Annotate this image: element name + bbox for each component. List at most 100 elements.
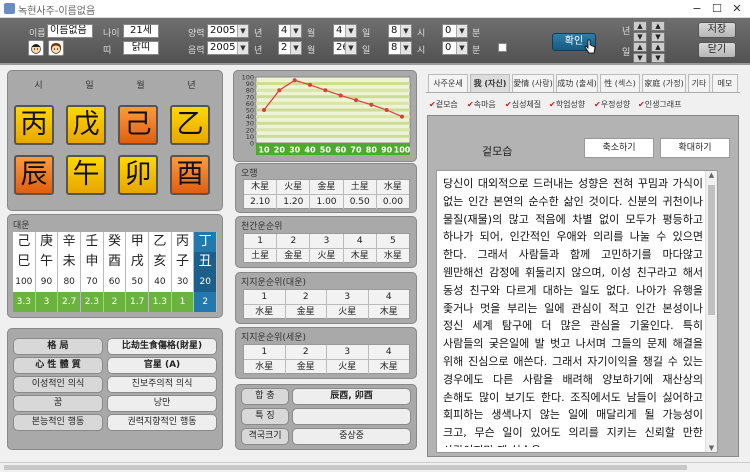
lunar-minute-select[interactable]: 0 ▼ [442, 41, 468, 55]
daeun-branch[interactable]: 酉 [104, 252, 127, 272]
daeun-branch[interactable]: 子 [172, 252, 195, 272]
subtab-inner-mind[interactable]: ✔속마음 [467, 99, 496, 110]
lunar-month-select[interactable]: 2 ▼ [278, 41, 302, 55]
tab-memo[interactable]: 메모 [712, 74, 738, 92]
daeun-stem[interactable]: 辛 [58, 232, 82, 252]
chart-x-tick-label: 10 [258, 146, 270, 155]
tab-sex[interactable]: 性 (섹스) [600, 74, 640, 92]
daeun-age-current: 20 [194, 272, 218, 292]
year-up-button[interactable]: ▲ [633, 21, 647, 31]
daeun-stem[interactable]: 癸 [104, 232, 127, 252]
scroll-up-icon[interactable]: ▲ [706, 171, 717, 179]
solar-hour-select[interactable]: 8 ▼ [388, 24, 412, 38]
daeun-stem[interactable]: 己 [13, 232, 36, 252]
daeun-stem[interactable]: 壬 [81, 232, 104, 252]
jiji-daeun-value-row: 水星 金星 火星 木星 [244, 305, 409, 319]
jiji-daeun-rank: 3 [327, 290, 369, 304]
ohaeng-title: 오행 [241, 169, 258, 179]
content-scrollbar[interactable]: ▲ ▼ [705, 171, 717, 452]
female-avatar-icon[interactable] [48, 40, 64, 56]
subtab-life-graph[interactable]: ✔인생그래프 [638, 99, 682, 110]
daeun-age: 80 [58, 272, 82, 292]
summary-value: 官星 (A) [107, 357, 217, 374]
year-down-button[interactable]: ▼ [633, 32, 647, 42]
jiji-daeun-value: 水星 [244, 305, 286, 319]
daeun-stem[interactable]: 庚 [36, 232, 59, 252]
cheongan-rank: 3 [310, 234, 344, 248]
pillar-branch-day: 午 [66, 155, 106, 195]
lunar-year-select[interactable]: 2005 ▼ [207, 41, 249, 55]
male-avatar-icon[interactable] [28, 40, 44, 56]
name-input[interactable]: 이름없음 [47, 24, 93, 38]
zodiac-field: 닭띠 [123, 41, 159, 55]
lunar-hour-select[interactable]: 8 ▼ [388, 41, 412, 55]
check-icon: ✔ [549, 100, 556, 109]
enlarge-button[interactable]: 확대하기 [660, 138, 730, 158]
daeun-branch[interactable]: 午 [36, 252, 59, 272]
summary-label: 格 局 [13, 338, 103, 355]
jiji-seun-rank-row: 123 4 [244, 345, 409, 360]
ohaeng-value: 0.00 [382, 197, 403, 207]
day-up-button[interactable]: ▲ [633, 42, 647, 52]
save-button[interactable]: 저장 [698, 22, 736, 38]
day-down-button-2[interactable]: ▼ [651, 53, 665, 63]
tab-family[interactable]: 家庭 (가정) [642, 74, 686, 92]
jiji-seun-value: 木星 [379, 362, 398, 372]
hour-unit-label: 시 [417, 46, 426, 56]
hapchung-label: 특 징 [241, 408, 289, 425]
day-up-button-2[interactable]: ▲ [651, 42, 665, 52]
maximize-button[interactable]: ☐ [708, 2, 726, 16]
jiji-seun-table: 123 4 水星 金星 火星 木星 [243, 344, 410, 374]
jiji-seun-value: 火星 [327, 360, 369, 374]
summary-table: 格 局比劫生食傷格(財星) 心 性 體 質官星 (A) 이성적인 의식 진보주의적… [13, 338, 217, 431]
leap-month-checkbox[interactable] [498, 43, 507, 52]
tab-love[interactable]: 愛情 (사랑) [512, 74, 554, 92]
close-button[interactable]: 닫기 [698, 42, 736, 58]
daeun-stem[interactable]: 乙 [149, 232, 172, 252]
lunar-day-select[interactable]: 26 ▼ [333, 41, 357, 55]
scroll-thumb[interactable] [708, 185, 715, 315]
minimize-button[interactable]: − [688, 2, 706, 16]
subtab-temperament[interactable]: ✔심성체질 [505, 99, 541, 110]
cheongan-rank-row: 1234 5 [244, 234, 409, 249]
scroll-down-icon[interactable]: ▼ [706, 444, 717, 452]
daeun-stem[interactable]: 丙 [172, 232, 195, 252]
summary-label: 본능적인 행동 [13, 414, 103, 431]
ohaeng-label: 金星 [310, 180, 344, 194]
daeun-score: 2.3 [81, 292, 104, 312]
daeun-branch[interactable]: 亥 [149, 252, 172, 272]
cheongan-rank: 5 [390, 236, 396, 246]
year-up-button-2[interactable]: ▲ [651, 21, 665, 31]
tab-self[interactable]: 我 (자신) [470, 74, 510, 92]
daeun-branch[interactable]: 巳 [13, 252, 36, 272]
daeun-branch[interactable]: 申 [81, 252, 104, 272]
daeun-branch[interactable]: 未 [58, 252, 82, 272]
daeun-branch[interactable]: 戌 [126, 252, 150, 272]
tab-success[interactable]: 成功 (출세) [556, 74, 598, 92]
subtab-friendship[interactable]: ✔우정성향 [594, 99, 630, 110]
subtab-appearance[interactable]: ✔겉모습 [429, 99, 458, 110]
horizontal-scrollbar[interactable] [0, 462, 750, 472]
daeun-stem[interactable]: 甲 [126, 232, 150, 252]
solar-month-select[interactable]: 4 ▼ [278, 24, 302, 38]
horizontal-scroll-thumb[interactable] [4, 465, 687, 470]
app-icon [4, 3, 15, 14]
shrink-button[interactable]: 축소하기 [584, 138, 654, 158]
day-down-button[interactable]: ▼ [633, 53, 647, 63]
daeun-score: 1.3 [149, 292, 172, 312]
chart-data-point [354, 98, 358, 103]
solar-year-select[interactable]: 2005 ▼ [207, 24, 249, 38]
year-down-button-2[interactable]: ▼ [651, 32, 665, 42]
chart-x-tick-label: 40 [304, 146, 316, 155]
close-window-button[interactable]: ✕ [728, 2, 746, 16]
daeun-branch-current[interactable]: 丑 [194, 252, 218, 272]
solar-minute-select[interactable]: 0 ▼ [442, 24, 468, 38]
daeun-stem-current[interactable]: 丁 [194, 232, 218, 252]
day-nav-label: 일 [622, 48, 631, 58]
subtab-study[interactable]: ✔학업성향 [549, 99, 585, 110]
tab-saju-fortune[interactable]: 사주운세 [428, 74, 468, 92]
solar-day-select[interactable]: 4 ▼ [333, 24, 357, 38]
tab-etc[interactable]: 기타 [688, 74, 710, 92]
title-bar: 녹현사주-이름없음 − ☐ ✕ [0, 0, 750, 18]
daeun-score: 2 [103, 292, 127, 312]
